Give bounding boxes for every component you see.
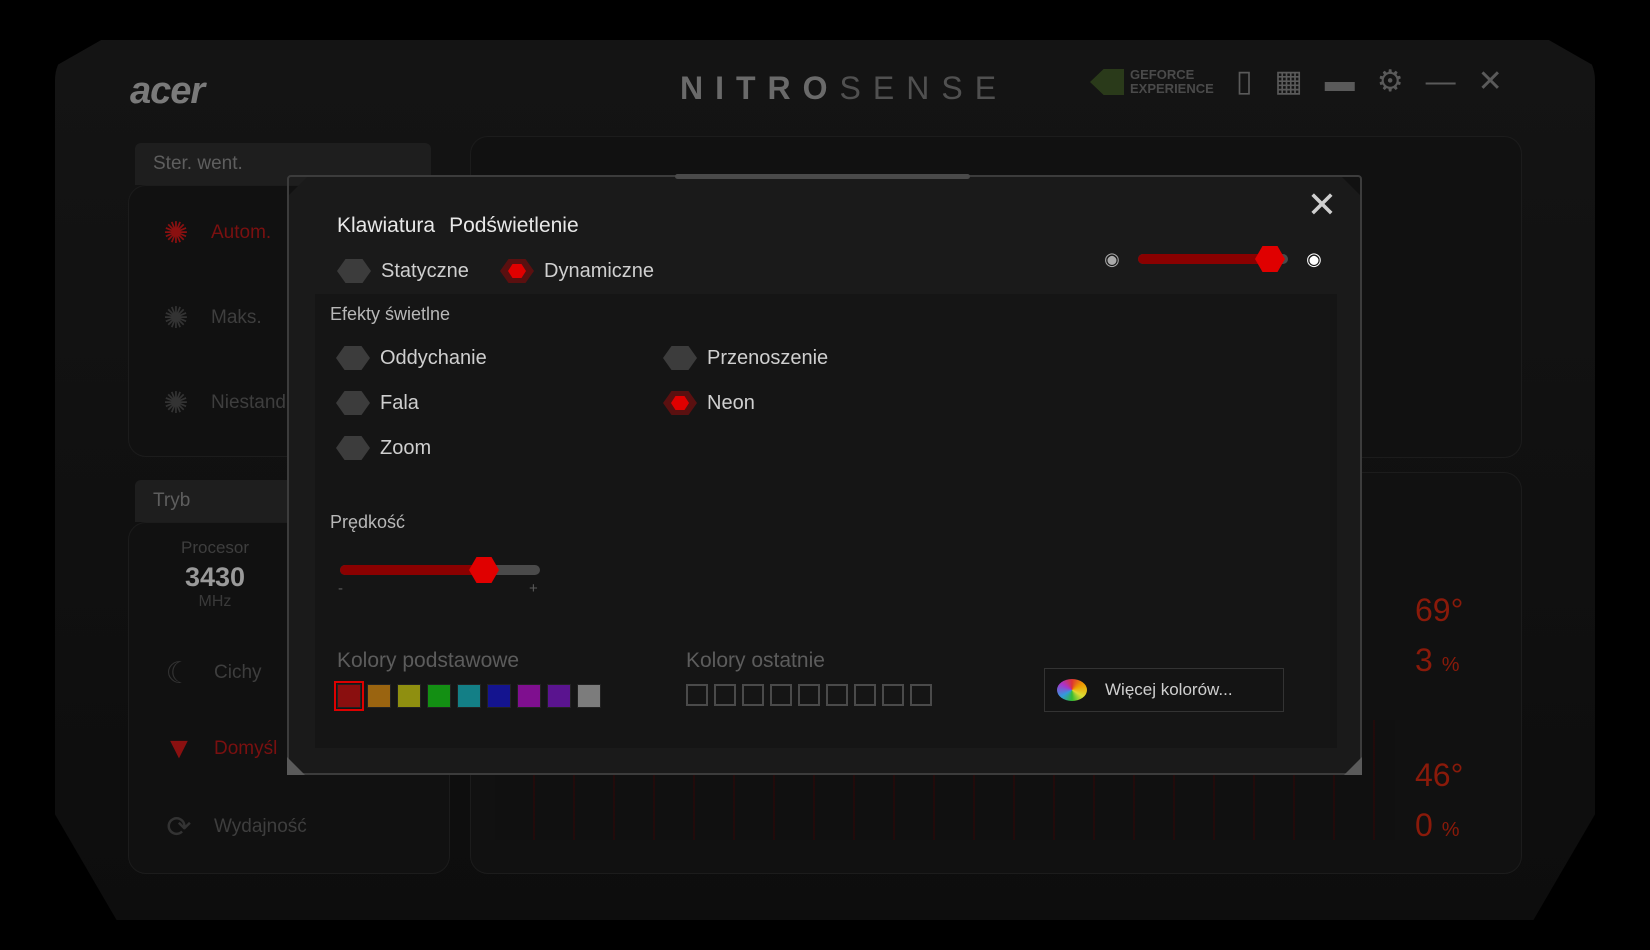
color-swatch[interactable]	[547, 684, 571, 708]
mode-static-radio[interactable]: Statyczne	[337, 259, 469, 283]
basic-colors	[334, 681, 601, 711]
recent-colors	[686, 684, 932, 706]
effect-wave-radio[interactable]: Fala	[336, 391, 419, 415]
color-swatch[interactable]	[487, 684, 511, 708]
radio-hex-icon	[337, 259, 371, 283]
cpu-readout: Procesor 3430 MHz	[180, 538, 250, 610]
recent-color-slot[interactable]	[882, 684, 904, 706]
mode-quiet-item[interactable]: ☾ Cichy	[158, 652, 262, 694]
fan-auto-item[interactable]: ✺ Autom.	[155, 212, 271, 254]
brightness-high-icon: ◉	[1306, 249, 1322, 269]
color-swatch[interactable]	[517, 684, 541, 708]
recent-colors-title: Kolory ostatnie	[686, 649, 825, 672]
speed-title: Prędkość	[330, 512, 406, 532]
radio-hex-icon	[663, 391, 697, 415]
more-colors-button[interactable]: Więcej kolorów...	[1044, 668, 1284, 712]
minimize-icon[interactable]: —	[1426, 62, 1456, 102]
app-title: NITROSENSE	[680, 70, 1009, 106]
color-swatch[interactable]	[334, 681, 364, 711]
radio-hex-icon	[336, 436, 370, 460]
recent-color-slot[interactable]	[770, 684, 792, 706]
effect-breathing-radio[interactable]: Oddychanie	[336, 346, 487, 370]
mode-performance-item[interactable]: ⟳ Wydajność	[158, 806, 306, 848]
mode-dynamic-radio[interactable]: Dynamiczne	[500, 259, 654, 283]
recent-color-slot[interactable]	[714, 684, 736, 706]
effects-title: Efekty świetlne	[330, 304, 451, 324]
radio-hex-icon	[336, 391, 370, 415]
close-app-icon[interactable]: ✕	[1478, 62, 1503, 102]
basic-colors-title: Kolory podstawowe	[337, 649, 520, 672]
color-swatch[interactable]	[577, 684, 601, 708]
speed-min-label: -	[338, 580, 343, 597]
radio-hex-icon	[336, 346, 370, 370]
effect-neon-radio[interactable]: Neon	[663, 391, 755, 415]
brightness-control: ◉ ◉	[1100, 246, 1326, 272]
recent-color-slot[interactable]	[910, 684, 932, 706]
title-bar-icons: GEFORCE EXPERIENCE ▯ ▦ ▬ ⚙ — ✕	[1090, 62, 1503, 102]
fan-auto-icon: ✺	[163, 216, 189, 250]
gear-icon[interactable]: ⚙	[1377, 62, 1404, 102]
fan-custom-icon: ✺	[163, 386, 189, 420]
fan-custom-item[interactable]: ✺ Niestand	[155, 382, 286, 424]
recent-color-slot[interactable]	[826, 684, 848, 706]
mode-default-item[interactable]: ▼ Domyśl	[158, 728, 277, 770]
audio-icon[interactable]: ▬	[1325, 62, 1355, 102]
cpu-load: 3 %	[1415, 642, 1460, 678]
brightness-slider[interactable]	[1138, 246, 1288, 272]
default-mode-icon: ▼	[164, 732, 194, 765]
nvidia-icon	[1090, 69, 1124, 95]
effect-zoom-radio[interactable]: Zoom	[336, 436, 431, 460]
color-swatch[interactable]	[457, 684, 481, 708]
speed-max-label: +	[529, 580, 538, 597]
effect-transfer-radio[interactable]: Przenoszenie	[663, 346, 828, 370]
geforce-experience-button[interactable]: GEFORCE EXPERIENCE	[1090, 68, 1214, 96]
fan-max-item[interactable]: ✺ Maks.	[155, 297, 261, 339]
radio-hex-icon	[500, 259, 534, 283]
color-swatch[interactable]	[367, 684, 391, 708]
quiet-icon: ☾	[165, 656, 193, 690]
brightness-low-icon: ◉	[1104, 249, 1120, 269]
recent-color-slot[interactable]	[686, 684, 708, 706]
dialog-title: Klawiatura Podświetlenie	[337, 214, 579, 237]
speed-fill	[340, 565, 484, 575]
speed-slider[interactable]	[340, 557, 540, 583]
gpu-temp: 46°	[1415, 757, 1464, 793]
gpu-load: 0 %	[1415, 807, 1460, 843]
dialog-top-accent	[675, 174, 970, 179]
recent-color-slot[interactable]	[742, 684, 764, 706]
dialog-close-button[interactable]: ✕	[1305, 187, 1339, 223]
performance-icon: ⟳	[166, 810, 192, 844]
acer-logo: acer	[130, 70, 205, 112]
recent-color-slot[interactable]	[854, 684, 876, 706]
color-swatch[interactable]	[397, 684, 421, 708]
keyboard-icon[interactable]: ▦	[1274, 62, 1302, 102]
recent-color-slot[interactable]	[798, 684, 820, 706]
brightness-fill	[1138, 254, 1270, 264]
color-wheel-icon	[1057, 679, 1087, 701]
mouse-icon[interactable]: ▯	[1236, 62, 1253, 102]
cpu-temp: 69°	[1415, 592, 1464, 628]
color-swatch[interactable]	[427, 684, 451, 708]
radio-hex-icon	[663, 346, 697, 370]
fan-max-icon: ✺	[163, 301, 189, 335]
